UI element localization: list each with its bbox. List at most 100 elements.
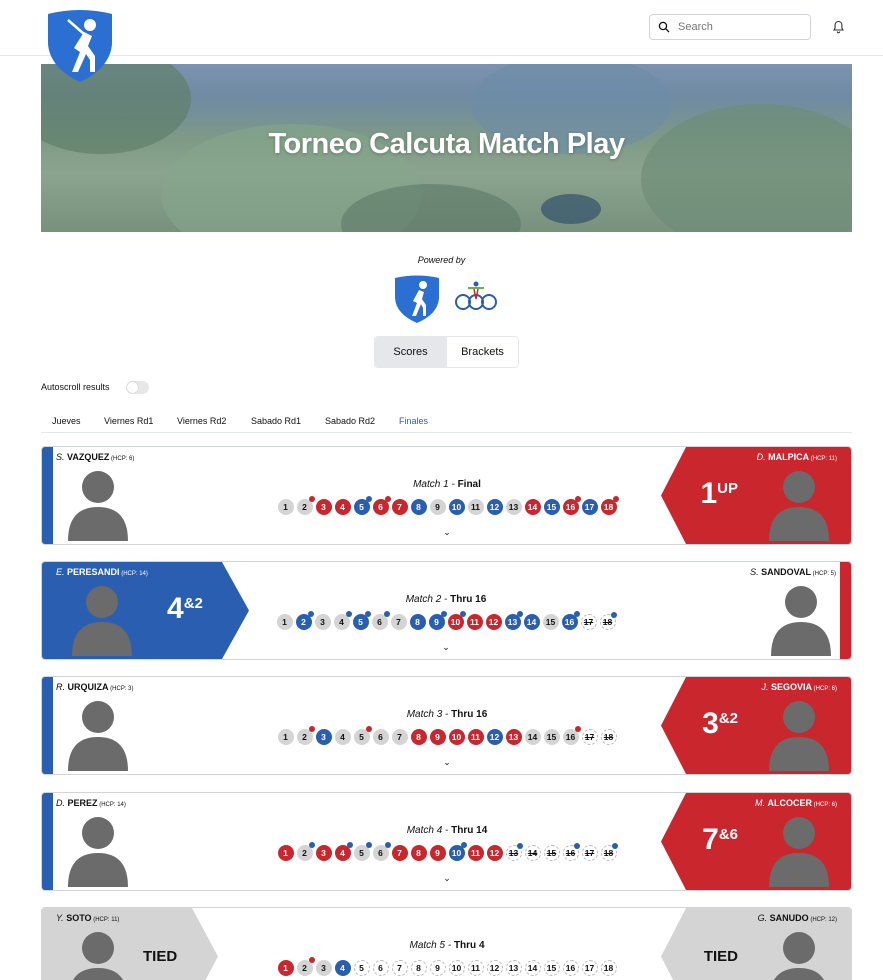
result-suffix: &2 (718, 710, 738, 727)
hole-9: 9 (429, 729, 446, 745)
hole-2: 2 (296, 726, 315, 745)
player-name-left: S. VAZQUEZ (HCP: 6) (56, 452, 134, 462)
hole-4: 4 (334, 499, 351, 515)
expand-chevron-icon[interactable]: ⌄ (252, 642, 640, 653)
hole-4: 4 (334, 842, 353, 861)
match-card[interactable]: R. URQUIZA (HCP: 3) J. SEGOVIA (HCP: 6) 3&… (41, 676, 852, 775)
hole-10: 10 (448, 960, 465, 976)
round-tabs: Jueves Viernes Rd1 Viernes Rd2 Sabado Rd… (41, 411, 852, 433)
hole-10: 10 (448, 842, 467, 861)
player-initial: J. (761, 682, 771, 692)
hole-2: 2 (295, 611, 314, 630)
tab-finales[interactable]: Finales (399, 416, 428, 426)
hole-12: 12 (485, 614, 502, 630)
hole-1: 1 (276, 614, 293, 630)
autoscroll-toggle[interactable] (126, 381, 149, 394)
hole-14: 14 (524, 729, 541, 745)
stroke-dot (307, 611, 314, 617)
sponsor-logo (455, 281, 497, 310)
player-name-right: M. ALCOCER (HCP: 6) (755, 798, 837, 808)
player-handicap: (HCP: 6) (109, 456, 135, 462)
hole-9: 9 (429, 499, 446, 515)
hole-3: 3 (315, 960, 332, 976)
player-name-right: D. MALPICA (HCP: 11) (757, 452, 837, 462)
hole-14: 14 (523, 614, 540, 630)
hole-9: 9 (428, 611, 447, 630)
top-bar (0, 0, 883, 56)
avatar-left (66, 930, 130, 980)
tab-scores[interactable]: Scores (375, 337, 446, 367)
hole-6: 6 (372, 729, 389, 745)
player-initial: G. (757, 913, 770, 923)
player-handicap: (HCP: 3) (108, 686, 134, 692)
match-card[interactable]: S. VAZQUEZ (HCP: 6) D. MALPICA (HCP: 11) 1… (41, 446, 852, 545)
app-logo[interactable] (44, 8, 116, 84)
match-title: Match 2 - Thru 16 (405, 594, 487, 605)
search-box[interactable] (649, 14, 811, 40)
hole-17: 17 (581, 960, 598, 976)
hole-5: 5 (353, 496, 372, 515)
tab-brackets[interactable]: Brackets (446, 337, 518, 367)
tab-sabado-rd1[interactable]: Sabado Rd1 (251, 416, 301, 426)
player-name-left: R. URQUIZA (HCP: 3) (56, 682, 134, 692)
player-initial: S. (56, 452, 68, 462)
match-title: Match 3 - Thru 16 (406, 709, 488, 720)
expand-chevron-icon[interactable]: ⌄ (267, 527, 627, 538)
hole-4: 4 (334, 960, 351, 976)
tab-jueves[interactable]: Jueves (52, 416, 81, 426)
hole-1: 1 (277, 729, 294, 745)
hole-17: 17 (581, 499, 598, 515)
stroke-dot (516, 843, 523, 849)
match-card[interactable]: E. PERESANDI (HCP: 14) S. SANDOVAL (HCP: … (41, 561, 852, 660)
hole-13: 13 (505, 499, 522, 515)
stroke-dot (573, 843, 580, 849)
tab-sabado-rd2[interactable]: Sabado Rd2 (325, 416, 375, 426)
player-initial: D. (756, 452, 769, 462)
hole-1: 1 (277, 960, 294, 976)
hole-17: 17 (580, 614, 597, 630)
player-handicap: (HCP: 12) (808, 917, 837, 923)
player-handicap: (HCP: 14) (97, 802, 126, 808)
match-title: Match 1 - Final (413, 479, 481, 490)
hole-9: 9 (429, 960, 446, 976)
expand-chevron-icon[interactable]: ⌄ (267, 873, 627, 884)
match-card[interactable]: Y. SOTO (HCP: 11) G. SANUDO (HCP: 12) TIED… (41, 907, 852, 980)
match-result: 3&2 (702, 707, 738, 741)
stroke-dot (460, 842, 467, 848)
expand-chevron-icon[interactable]: ⌄ (267, 757, 627, 768)
hole-15: 15 (542, 614, 559, 630)
hole-7: 7 (391, 729, 408, 745)
player-name-left: D. PEREZ (HCP: 14) (56, 798, 126, 808)
avatar-right (767, 469, 831, 541)
search-input[interactable] (678, 21, 798, 33)
hole-4: 4 (333, 611, 352, 630)
tournament-title: Torneo Calcuta Match Play (268, 128, 626, 160)
hole-6: 6 (372, 842, 391, 861)
tab-viernes-rd2[interactable]: Viernes Rd2 (177, 416, 226, 426)
hole-11: 11 (466, 614, 483, 630)
tied-label-left: TIED (143, 948, 178, 965)
hole-3: 3 (315, 499, 332, 515)
tab-viernes-rd1[interactable]: Viernes Rd1 (104, 416, 153, 426)
match-card[interactable]: D. PEREZ (HCP: 14) M. ALCOCER (HCP: 6) 7&6… (41, 792, 852, 891)
result-margin: 1 (700, 477, 718, 510)
powered-by-label: Powered by (417, 255, 466, 265)
tied-label-right: TIED (703, 948, 738, 965)
hole-results: 1 2 3 4 5 6 7 8 9 10 11 12 13 14 15 16 17 18 (252, 611, 640, 630)
hole-17: 17 (581, 845, 598, 861)
stroke-dot (459, 611, 466, 617)
player-handicap: (HCP: 14) (119, 571, 148, 577)
hole-2: 2 (296, 842, 315, 861)
hole-16: 16 (561, 611, 580, 630)
hole-15: 15 (543, 845, 560, 861)
hole-18: 18 (599, 612, 617, 630)
match-title: Match 5 - Thru 4 (409, 940, 485, 951)
hole-17: 17 (581, 729, 598, 745)
avatar-right (767, 699, 831, 771)
hole-7: 7 (391, 845, 408, 861)
bell-icon[interactable] (832, 20, 845, 34)
stroke-dot (365, 726, 372, 732)
hole-13: 13 (505, 729, 522, 745)
match-center: Match 3 - Thru 16 1 2 3 4 5 6 7 8 9 10 11 12 13 14 15 16… (267, 677, 627, 774)
hole-14: 14 (524, 499, 541, 515)
